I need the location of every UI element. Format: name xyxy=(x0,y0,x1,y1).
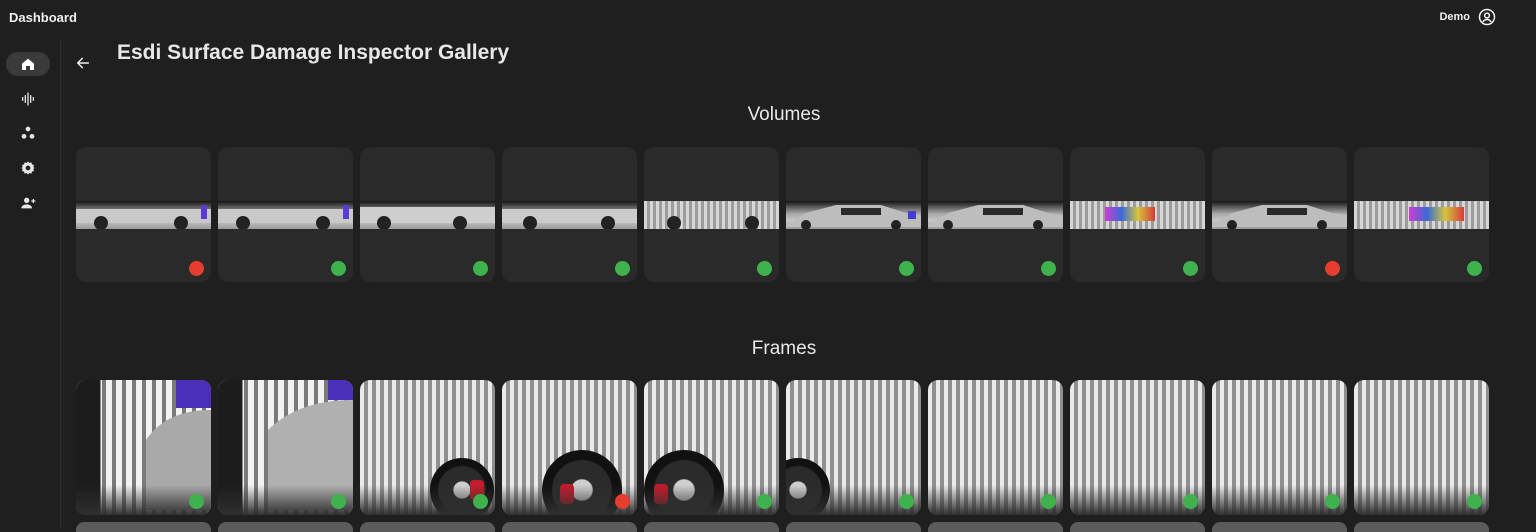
status-dot-green xyxy=(757,261,772,276)
arrow-left-icon xyxy=(76,57,90,69)
frame-card[interactable] xyxy=(786,380,921,515)
status-dot-green xyxy=(1467,494,1482,509)
status-dot-green xyxy=(1041,494,1056,509)
user-menu[interactable]: Demo xyxy=(1439,8,1496,26)
status-dot-green xyxy=(189,494,204,509)
card-edge xyxy=(928,522,1063,532)
status-dot-green xyxy=(899,261,914,276)
card-edge xyxy=(786,522,921,532)
frames-section-title: Frames xyxy=(751,338,817,359)
card-edge xyxy=(1354,522,1489,532)
status-dot-green xyxy=(1183,494,1198,509)
volume-card[interactable] xyxy=(502,147,637,282)
volume-card[interactable] xyxy=(644,147,779,282)
volume-card[interactable] xyxy=(1354,147,1489,282)
card-edge xyxy=(218,522,353,532)
status-dot-green xyxy=(615,261,630,276)
car-silhouette xyxy=(76,205,211,229)
home-icon xyxy=(22,58,34,70)
frame-card[interactable] xyxy=(928,380,1063,515)
person-add-icon xyxy=(21,197,36,209)
account-circle-icon xyxy=(1478,8,1496,26)
status-dot-green xyxy=(473,261,488,276)
status-dot-green xyxy=(331,261,346,276)
status-dot-red xyxy=(1325,261,1340,276)
car-silhouette xyxy=(1105,207,1155,221)
car-silhouette xyxy=(360,207,495,229)
card-edge xyxy=(76,522,211,532)
status-dot-green xyxy=(1183,261,1198,276)
status-dot-green xyxy=(1325,494,1340,509)
volume-card[interactable] xyxy=(218,147,353,282)
volumes-grid xyxy=(76,147,1489,282)
card-edge xyxy=(360,522,495,532)
sidebar-item-home[interactable] xyxy=(6,52,50,76)
frame-card[interactable] xyxy=(76,380,211,515)
frame-card[interactable] xyxy=(360,380,495,515)
top-bar: Dashboard Demo xyxy=(0,0,1536,36)
volume-card[interactable] xyxy=(1070,147,1205,282)
car-silhouette xyxy=(786,205,921,229)
volume-card[interactable] xyxy=(1212,147,1347,282)
car-silhouette xyxy=(1409,207,1464,221)
volume-card[interactable] xyxy=(360,147,495,282)
volumes-section-title: Volumes xyxy=(747,104,821,125)
status-dot-green xyxy=(331,494,346,509)
back-button[interactable] xyxy=(72,52,94,74)
gear-icon xyxy=(21,161,35,175)
sidebar-item-settings[interactable] xyxy=(6,156,50,180)
frame-card[interactable] xyxy=(1212,380,1347,515)
user-name: Demo xyxy=(1439,11,1470,23)
app-title: Dashboard xyxy=(9,10,77,25)
page-title: Esdi Surface Damage Inspector Gallery xyxy=(117,41,510,64)
volume-card[interactable] xyxy=(928,147,1063,282)
car-silhouette xyxy=(667,216,759,229)
car-silhouette xyxy=(218,205,353,229)
status-dot-green xyxy=(1467,261,1482,276)
frame-card[interactable] xyxy=(1070,380,1205,515)
sidebar-item-add-user[interactable] xyxy=(6,191,50,215)
card-edge xyxy=(644,522,779,532)
car-silhouette xyxy=(1212,205,1347,229)
card-edge xyxy=(1070,522,1205,532)
status-dot-green xyxy=(899,494,914,509)
frame-card[interactable] xyxy=(1354,380,1489,515)
car-silhouette xyxy=(502,209,637,229)
volume-card[interactable] xyxy=(786,147,921,282)
status-dot-green xyxy=(473,494,488,509)
card-edge xyxy=(502,522,637,532)
frame-card[interactable] xyxy=(218,380,353,515)
card-edge xyxy=(1212,522,1347,532)
status-dot-green xyxy=(757,494,772,509)
status-dot-red xyxy=(189,261,204,276)
volume-card[interactable] xyxy=(76,147,211,282)
frames-grid xyxy=(76,380,1489,515)
frame-card[interactable] xyxy=(502,380,637,515)
next-row-preview xyxy=(76,522,1489,532)
circles-icon xyxy=(21,126,35,139)
frame-card[interactable] xyxy=(644,380,779,515)
car-silhouette xyxy=(928,205,1063,229)
status-dot-green xyxy=(1041,261,1056,276)
status-dot-red xyxy=(615,494,630,509)
